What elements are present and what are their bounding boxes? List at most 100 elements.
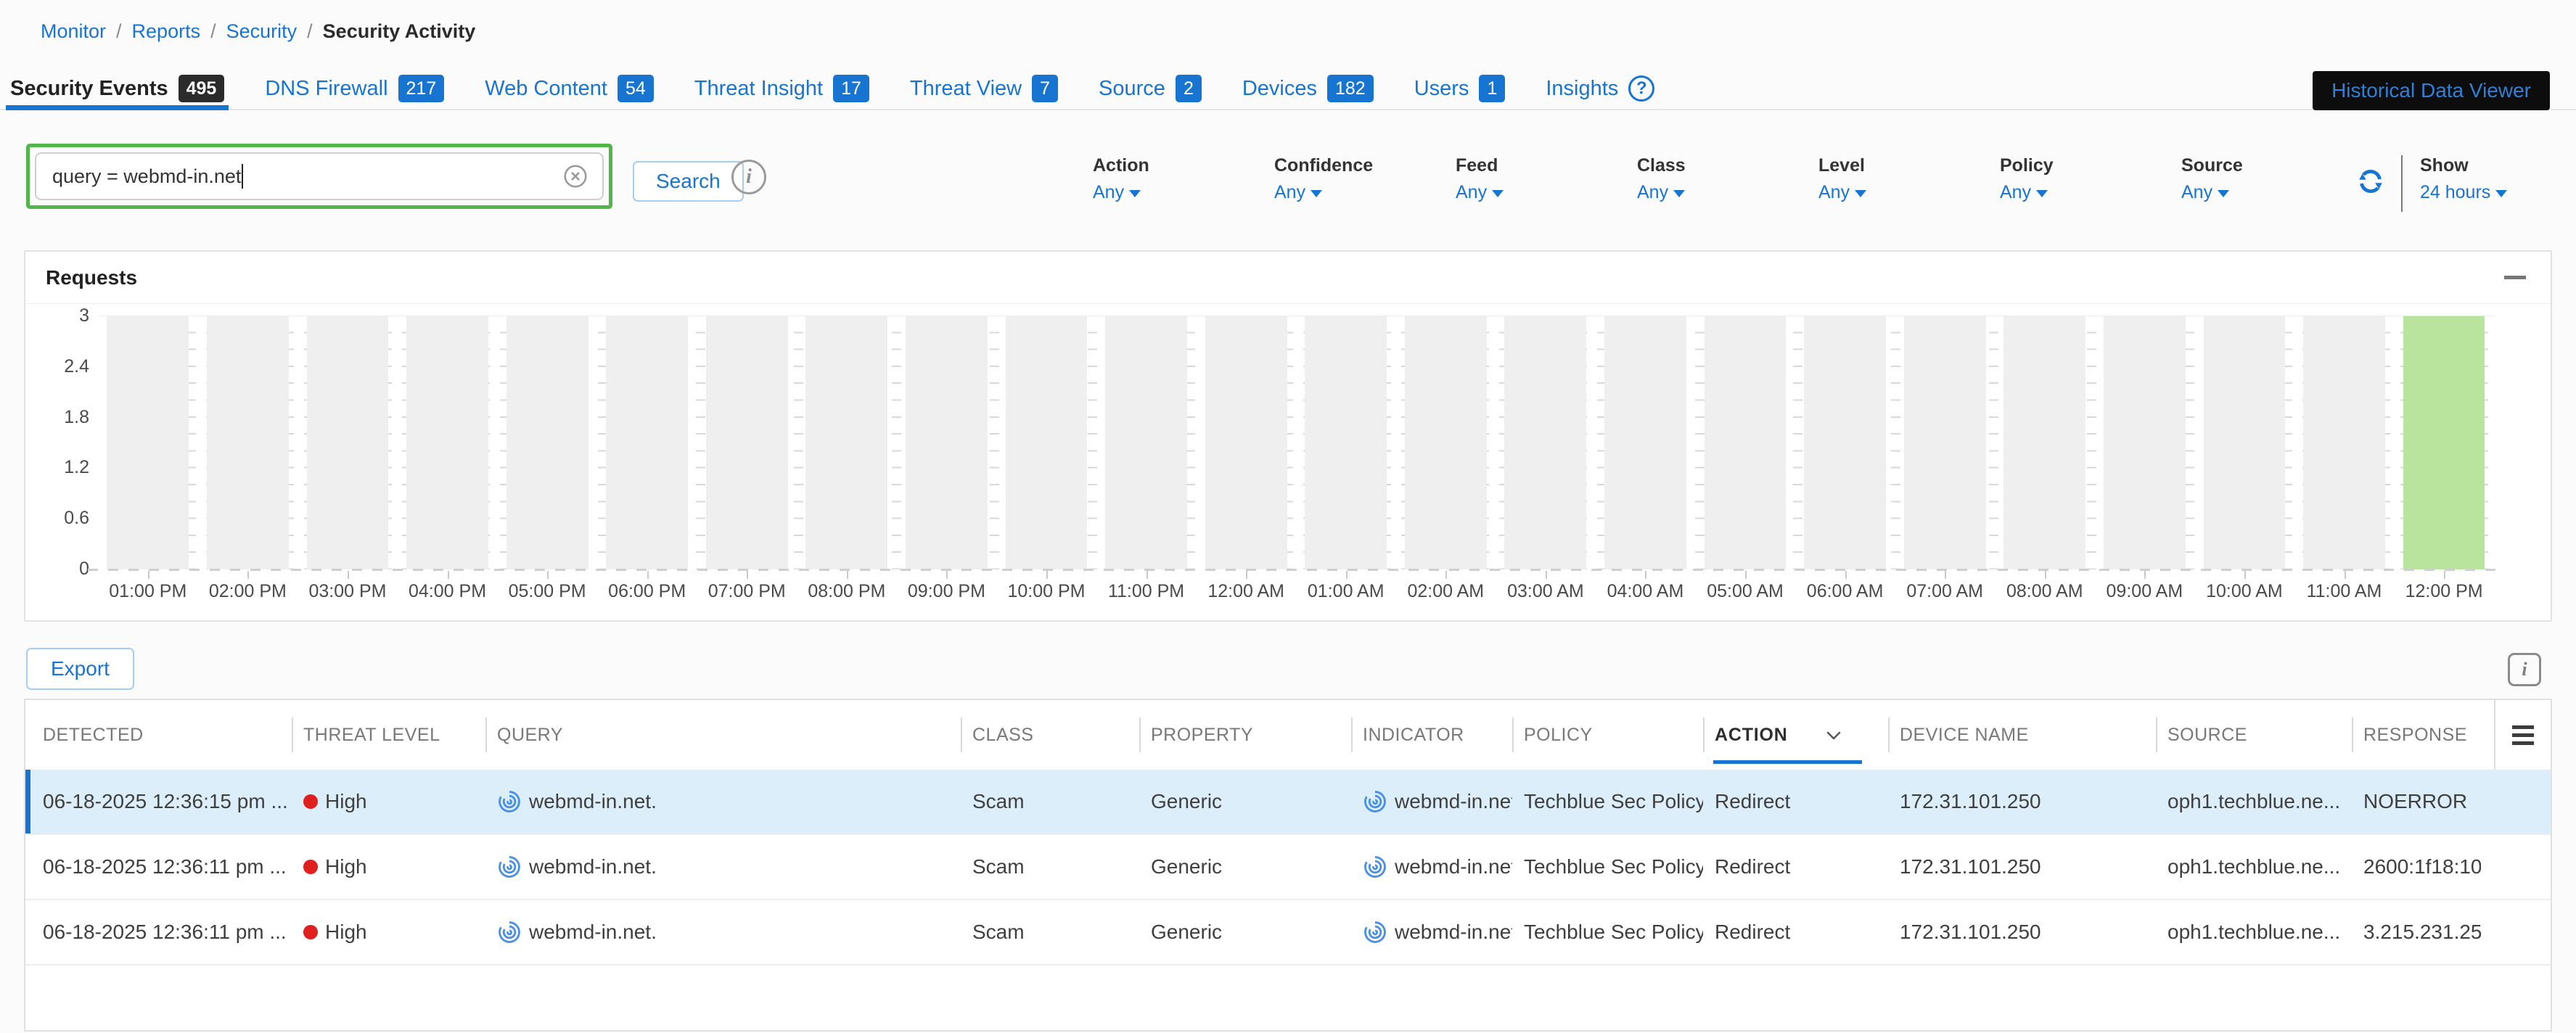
column-header-indicator[interactable]: INDICATOR	[1351, 700, 1512, 770]
chart-hour-band[interactable]	[198, 316, 298, 569]
cell-device-name: 172.31.101.250	[1888, 855, 2156, 878]
tab-insights[interactable]: Insights ?	[1546, 68, 1654, 109]
chart-hour-band[interactable]	[1096, 316, 1197, 569]
cell-threat-level: High	[292, 855, 485, 878]
chart-hour-band[interactable]	[1196, 316, 1296, 569]
chart-hour-band[interactable]	[1296, 316, 1396, 569]
column-header-detected[interactable]: DETECTED	[25, 700, 292, 770]
filter-level-dropdown[interactable]: Any	[1818, 182, 1988, 203]
column-header-property[interactable]: PROPERTY	[1139, 700, 1351, 770]
tab-source[interactable]: Source 2	[1099, 68, 1202, 109]
chart-hour-band[interactable]	[1396, 316, 1496, 569]
clear-search-icon[interactable]	[562, 162, 589, 190]
search-button[interactable]: Search	[633, 161, 744, 202]
cell-property: Generic	[1139, 921, 1351, 944]
chart-hour-band[interactable]	[1795, 316, 1895, 569]
chart-hour-band[interactable]	[298, 316, 398, 569]
export-button[interactable]: Export	[26, 648, 134, 690]
filter-feed-dropdown[interactable]: Any	[1456, 182, 1625, 203]
filter-policy: Policy Any	[1988, 155, 2170, 203]
chart-hour-band[interactable]	[1695, 316, 1795, 569]
tab-security-events[interactable]: Security Events 495	[10, 68, 224, 109]
breadcrumb-link-monitor[interactable]: Monitor	[41, 20, 106, 43]
background-band	[506, 316, 588, 569]
breadcrumb-link-reports[interactable]: Reports	[132, 20, 201, 43]
chart-hour-band[interactable]	[2095, 316, 2195, 569]
chart-hour-band[interactable]	[1895, 316, 1995, 569]
background-band	[1604, 316, 1686, 569]
requests-panel: Requests 32.41.81.20.60 01:00 PM02:00 PM…	[24, 250, 2552, 622]
table-header-row: DETECTED THREAT LEVEL QUERY CLASS PROPER…	[25, 700, 2551, 770]
chart-hour-band[interactable]	[98, 316, 198, 569]
filter-label: Class	[1637, 155, 1807, 176]
chart-hour-band[interactable]	[2294, 316, 2395, 569]
chart-hour-band[interactable]	[797, 316, 897, 569]
x-axis-label: 07:00 PM	[697, 581, 797, 602]
x-axis-label: 10:00 AM	[2194, 581, 2294, 602]
chevron-down-icon	[1310, 190, 1322, 197]
chart-hour-band[interactable]	[996, 316, 1096, 569]
highlighted-bar	[2403, 316, 2485, 569]
show-range-dropdown[interactable]: 24 hours	[2420, 182, 2507, 203]
breadcrumb-separator: /	[210, 20, 216, 43]
background-band	[1006, 316, 1088, 569]
refresh-show-cluster: Show 24 hours	[2355, 155, 2507, 212]
tab-web-content[interactable]: Web Content 54	[485, 68, 654, 109]
search-input[interactable]: query = webmd-in.net	[35, 152, 604, 200]
background-band	[1504, 316, 1586, 569]
chart-hour-band[interactable]	[1596, 316, 1696, 569]
column-header-device-name[interactable]: DEVICE NAME	[1888, 700, 2156, 770]
table-info-icon[interactable]: i	[2508, 653, 2541, 686]
chart-hour-band[interactable]	[1496, 316, 1596, 569]
x-axis-label: 09:00 AM	[2095, 581, 2195, 602]
column-header-response[interactable]: RESPONSE	[2352, 700, 2481, 770]
tab-threat-insight[interactable]: Threat Insight 17	[694, 68, 869, 109]
tab-threat-view[interactable]: Threat View 7	[910, 68, 1058, 109]
x-axis-label: 07:00 AM	[1895, 581, 1995, 602]
chevron-down-icon[interactable]	[1823, 724, 1845, 746]
filter-class-dropdown[interactable]: Any	[1637, 182, 1807, 203]
refresh-icon[interactable]	[2355, 165, 2387, 197]
breadcrumb-link-security[interactable]: Security	[226, 20, 298, 43]
filter-action: Action Any	[1081, 155, 1263, 203]
filter-action-dropdown[interactable]: Any	[1093, 182, 1263, 203]
indicator-text: webmd-in.net	[1395, 921, 1512, 944]
chart-hour-band[interactable]	[697, 316, 797, 569]
tab-users[interactable]: Users 1	[1414, 68, 1506, 109]
column-header-policy[interactable]: POLICY	[1512, 700, 1703, 770]
chart-hour-band[interactable]	[497, 316, 597, 569]
column-settings-menu-icon[interactable]	[2494, 700, 2551, 770]
filter-source-dropdown[interactable]: Any	[2181, 182, 2351, 203]
tab-bar: Security Events 495 DNS Firewall 217 Web…	[0, 68, 2576, 110]
x-axis-label: 10:00 PM	[996, 581, 1096, 602]
search-info-icon[interactable]: i	[731, 160, 766, 194]
chart-hour-band[interactable]	[1995, 316, 2095, 569]
filter-confidence-dropdown[interactable]: Any	[1274, 182, 1444, 203]
x-axis-label: 11:00 PM	[1096, 581, 1197, 602]
chart-hour-band[interactable]	[2394, 316, 2494, 569]
column-header-source[interactable]: SOURCE	[2156, 700, 2352, 770]
table-row[interactable]: 06-18-2025 12:36:11 pm ... High webmd-in…	[25, 900, 2551, 966]
filter-policy-dropdown[interactable]: Any	[2000, 182, 2170, 203]
cell-query: webmd-in.net.	[485, 920, 961, 944]
x-axis-label: 02:00 AM	[1396, 581, 1496, 602]
column-header-query[interactable]: QUERY	[485, 700, 961, 770]
chart-hour-band[interactable]	[897, 316, 997, 569]
historical-data-viewer-button[interactable]: Historical Data Viewer	[2313, 71, 2550, 110]
chevron-down-icon	[1673, 190, 1685, 197]
chart-hour-band[interactable]	[597, 316, 697, 569]
breadcrumb-separator: /	[116, 20, 122, 43]
background-band	[2204, 316, 2286, 569]
tab-dns-firewall[interactable]: DNS Firewall 217	[265, 68, 444, 109]
column-header-class[interactable]: CLASS	[961, 700, 1139, 770]
chart-hour-band[interactable]	[398, 316, 498, 569]
breadcrumb: Monitor / Reports / Security / Security …	[41, 20, 475, 43]
column-header-threat-level[interactable]: THREAT LEVEL	[292, 700, 485, 770]
chart-hour-band[interactable]	[2194, 316, 2294, 569]
tab-devices[interactable]: Devices 182	[1242, 68, 1374, 109]
collapse-panel-icon[interactable]	[2504, 276, 2526, 279]
table-row[interactable]: 06-18-2025 12:36:15 pm ... High webmd-in…	[25, 770, 2551, 835]
table-row[interactable]: 06-18-2025 12:36:11 pm ... High webmd-in…	[25, 835, 2551, 900]
help-icon[interactable]: ?	[1628, 75, 1654, 102]
column-header-action[interactable]: ACTION	[1703, 700, 1888, 770]
